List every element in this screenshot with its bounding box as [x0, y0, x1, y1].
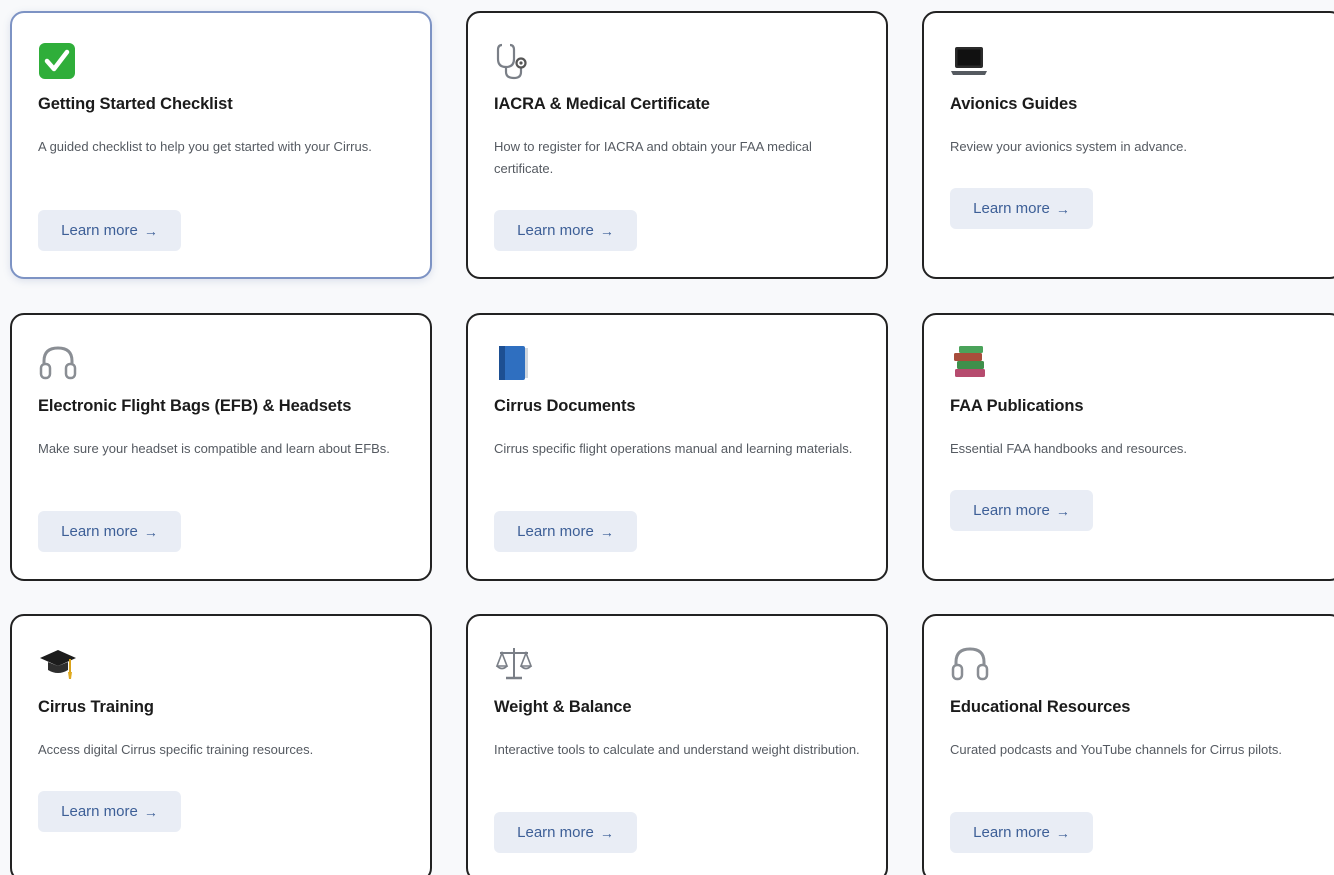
card-title: FAA Publications: [950, 397, 1084, 415]
learn-more-button[interactable]: Learn more →: [950, 490, 1093, 531]
arrow-right-icon: →: [143, 523, 158, 540]
card-title: IACRA & Medical Certificate: [494, 95, 710, 113]
card-title: Educational Resources: [950, 698, 1131, 716]
button-label: Learn more: [517, 523, 594, 540]
card-description: Make sure your headset is compatible and…: [38, 441, 390, 456]
card-title: Getting Started Checklist: [38, 95, 233, 113]
card-avionics-guides[interactable]: Avionics Guides Review your avionics sys…: [922, 11, 1334, 279]
laptop-icon: [950, 41, 990, 81]
resource-card-grid: Getting Started Checklist A guided check…: [0, 0, 1334, 875]
arrow-right-icon: →: [1055, 502, 1070, 519]
card-description: A guided checklist to help you get start…: [38, 139, 372, 154]
arrow-right-icon: →: [143, 222, 158, 239]
learn-more-button[interactable]: Learn more →: [950, 812, 1093, 853]
button-label: Learn more: [973, 824, 1050, 841]
card-cirrus-documents[interactable]: Cirrus Documents Cirrus specific flight …: [466, 313, 888, 581]
arrow-right-icon: →: [599, 222, 614, 239]
button-label: Learn more: [61, 222, 138, 239]
learn-more-button[interactable]: Learn more →: [950, 188, 1093, 229]
books-stack-icon: [950, 343, 990, 383]
learn-more-button[interactable]: Learn more →: [494, 511, 637, 552]
card-educational-resources[interactable]: Educational Resources Curated podcasts a…: [922, 614, 1334, 875]
card-description: Cirrus specific flight operations manual…: [494, 441, 853, 456]
learn-more-button[interactable]: Learn more →: [38, 791, 181, 832]
card-description: Access digital Cirrus specific training …: [38, 742, 314, 757]
blue-book-icon: [494, 343, 534, 383]
balance-scale-icon: [494, 644, 534, 684]
graduation-cap-icon: [38, 644, 78, 684]
button-label: Learn more: [61, 523, 138, 540]
check-mark-icon: [38, 41, 78, 81]
card-description: Essential FAA handbooks and resources.: [950, 441, 1188, 456]
learn-more-button[interactable]: Learn more →: [38, 511, 181, 552]
headphones-icon: [950, 644, 990, 684]
arrow-right-icon: →: [1055, 824, 1070, 841]
headphones-icon: [38, 343, 78, 383]
card-description: Review your avionics system in advance.: [950, 139, 1187, 154]
button-label: Learn more: [61, 803, 138, 820]
arrow-right-icon: →: [1055, 200, 1070, 217]
card-description: Interactive tools to calculate and under…: [494, 742, 860, 757]
card-title: Avionics Guides: [950, 95, 1078, 113]
card-title: Electronic Flight Bags (EFB) & Headsets: [38, 397, 352, 415]
button-label: Learn more: [973, 502, 1050, 519]
card-description: How to register for IACRA and obtain you…: [494, 139, 812, 176]
arrow-right-icon: →: [143, 803, 158, 820]
learn-more-button[interactable]: Learn more →: [38, 210, 181, 251]
card-weight-balance[interactable]: Weight & Balance Interactive tools to ca…: [466, 614, 888, 875]
card-description: Curated podcasts and YouTube channels fo…: [950, 742, 1282, 757]
card-title: Cirrus Documents: [494, 397, 636, 415]
arrow-right-icon: →: [599, 824, 614, 841]
card-title: Weight & Balance: [494, 698, 632, 716]
arrow-right-icon: →: [599, 523, 614, 540]
card-iacra-medical-certificate[interactable]: IACRA & Medical Certificate How to regis…: [466, 11, 888, 279]
card-cirrus-training[interactable]: Cirrus Training Access digital Cirrus sp…: [10, 614, 432, 875]
card-getting-started-checklist[interactable]: Getting Started Checklist A guided check…: [10, 11, 432, 279]
button-label: Learn more: [517, 222, 594, 239]
learn-more-button[interactable]: Learn more →: [494, 812, 637, 853]
card-title: Cirrus Training: [38, 698, 154, 716]
stethoscope-icon: [494, 41, 534, 81]
card-faa-publications[interactable]: FAA Publications Essential FAA handbooks…: [922, 313, 1334, 581]
learn-more-button[interactable]: Learn more →: [494, 210, 637, 251]
button-label: Learn more: [517, 824, 594, 841]
card-efb-headsets[interactable]: Electronic Flight Bags (EFB) & Headsets …: [10, 313, 432, 581]
button-label: Learn more: [973, 200, 1050, 217]
